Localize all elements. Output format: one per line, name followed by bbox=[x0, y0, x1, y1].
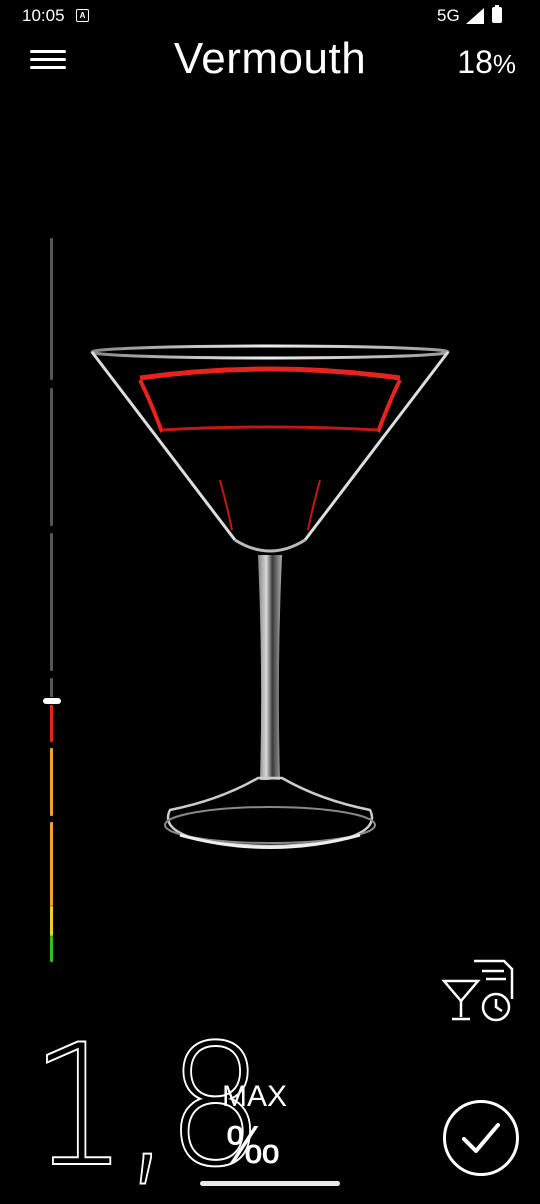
alcohol-percentage-unit: % bbox=[492, 49, 516, 79]
alcohol-percentage-value: 18 bbox=[457, 44, 493, 80]
notification-a-icon: A bbox=[76, 9, 89, 22]
alcohol-level-slider[interactable] bbox=[40, 238, 64, 968]
battery-icon bbox=[492, 5, 502, 23]
home-indicator[interactable] bbox=[200, 1181, 340, 1186]
level-track-segment bbox=[50, 533, 53, 671]
level-handle[interactable] bbox=[43, 698, 61, 705]
martini-glass-image bbox=[90, 344, 450, 849]
max-label: MAX bbox=[222, 1080, 288, 1113]
alcohol-percentage[interactable]: 18% bbox=[457, 44, 516, 81]
level-track-segment bbox=[50, 678, 53, 700]
drink-history-icon[interactable] bbox=[440, 955, 518, 1025]
level-orange-segment bbox=[50, 748, 53, 816]
level-track-segment bbox=[50, 238, 53, 380]
level-orange-segment bbox=[50, 822, 53, 906]
level-green-segment bbox=[50, 936, 53, 962]
permille-unit: ‰ bbox=[226, 1115, 280, 1175]
confirm-button[interactable] bbox=[443, 1100, 519, 1176]
status-time: 10:05 bbox=[22, 6, 65, 25]
level-track-segment bbox=[50, 388, 53, 526]
status-bar: 10:05 A 5G bbox=[0, 0, 540, 34]
network-type: 5G bbox=[437, 6, 460, 25]
checkmark-icon bbox=[462, 1123, 500, 1153]
level-red-segment bbox=[50, 702, 53, 742]
level-yellow-segment bbox=[50, 906, 53, 936]
signal-icon bbox=[466, 8, 484, 24]
